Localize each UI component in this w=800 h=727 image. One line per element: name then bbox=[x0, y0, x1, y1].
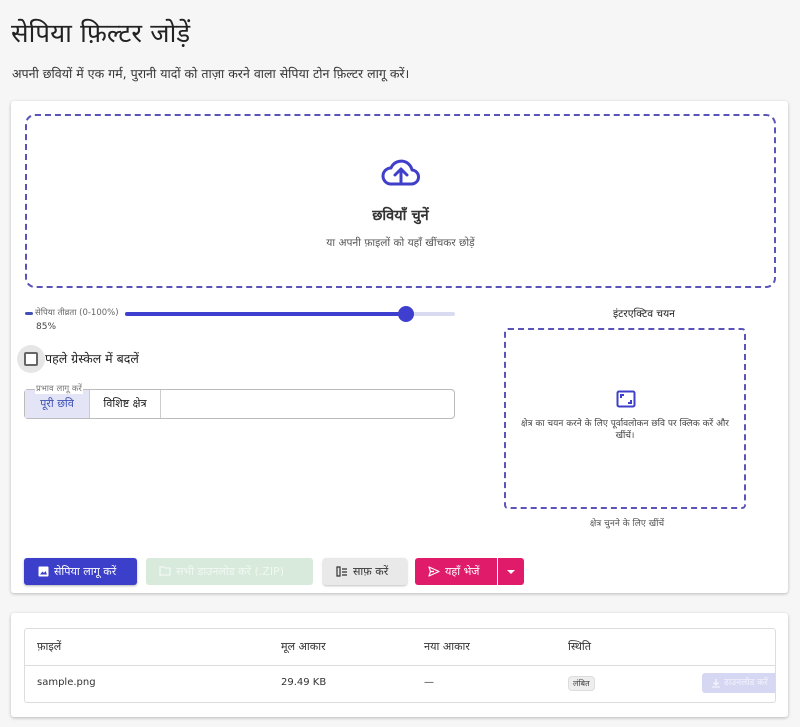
interactive-selection-caption: क्षेत्र चुनने के लिए खींचें bbox=[589, 519, 665, 529]
download-all-label: सभी डाउनलोड करें (.ZIP) bbox=[176, 565, 285, 578]
image-dropzone[interactable]: छवियाँ चुनें या अपनी फ़ाइलों को यहाँ खीं… bbox=[25, 114, 776, 288]
main-card: छवियाँ चुनें या अपनी फ़ाइलों को यहाँ खीं… bbox=[11, 101, 788, 593]
interactive-selection-title: इंटरएक्टिव चयन bbox=[612, 308, 676, 320]
clear-list-icon bbox=[336, 566, 347, 577]
grayscale-checkbox-ripple[interactable] bbox=[17, 345, 45, 373]
intensity-slider-thumb[interactable] bbox=[397, 306, 414, 322]
files-table: फ़ाइलें मूल आकार नया आकार स्थिति sample.… bbox=[24, 628, 776, 703]
download-icon bbox=[712, 679, 720, 688]
file-new-size: — bbox=[424, 677, 434, 688]
clear-label: साफ़ करें bbox=[353, 565, 389, 578]
apply-specific-area-button[interactable]: विशिष्ट क्षेत्र bbox=[90, 390, 161, 418]
apply-sepia-label: सेपिया लागू करें bbox=[54, 565, 117, 578]
column-header-files: फ़ाइलें bbox=[37, 640, 62, 653]
page-description: अपनी छवियों में एक गर्म, पुरानी यादों को… bbox=[12, 66, 410, 81]
grayscale-checkbox[interactable] bbox=[24, 352, 38, 366]
image-icon bbox=[38, 566, 49, 577]
dropzone-subtitle: या अपनी फ़ाइलों को यहाँ खींचकर छोड़ें bbox=[326, 237, 475, 249]
apply-full-image-button[interactable]: पूरी छवि bbox=[25, 390, 90, 418]
send-here-label: यहाँ भेजें bbox=[445, 565, 480, 578]
apply-effect-group: पूरी छवि विशिष्ट क्षेत्र bbox=[24, 389, 455, 419]
interactive-selection-hint: क्षेत्र का चयन करने के लिए पूर्वावलोकन छ… bbox=[521, 419, 729, 441]
page-title: सेपिया फ़िल्टर जोड़ें bbox=[11, 19, 191, 49]
intensity-slider-fill bbox=[125, 312, 406, 316]
status-badge: लंबित bbox=[568, 676, 595, 691]
download-all-button[interactable]: सभी डाउनलोड करें (.ZIP) bbox=[146, 558, 313, 585]
column-header-original-size: मूल आकार bbox=[281, 640, 326, 653]
column-header-status: स्थिति bbox=[568, 640, 592, 653]
clear-button[interactable]: साफ़ करें bbox=[323, 558, 407, 585]
table-divider bbox=[25, 665, 775, 666]
intensity-label: सेपिया तीव्रता (0-100%) bbox=[35, 308, 119, 318]
row-download-label: डाउनलोड करें bbox=[724, 678, 768, 688]
row-download-button[interactable]: डाउनलोड करें bbox=[702, 673, 775, 693]
interactive-selection-area[interactable]: क्षेत्र का चयन करने के लिए पूर्वावलोकन छ… bbox=[504, 328, 746, 509]
apply-sepia-button[interactable]: सेपिया लागू करें bbox=[24, 558, 137, 585]
send-options-dropdown[interactable] bbox=[498, 558, 524, 585]
intensity-slider[interactable] bbox=[125, 306, 455, 322]
apply-effect-legend: प्रभाव लागू करें bbox=[35, 383, 83, 394]
files-card: फ़ाइलें मूल आकार नया आकार स्थिति sample.… bbox=[11, 613, 788, 717]
send-icon bbox=[428, 566, 440, 577]
file-name: sample.png bbox=[37, 677, 96, 688]
slider-label-marker bbox=[25, 312, 33, 315]
intensity-value: 85% bbox=[36, 322, 57, 332]
file-original-size: 29.49 KB bbox=[281, 677, 327, 688]
select-area-icon bbox=[616, 390, 636, 408]
grayscale-label[interactable]: पहले ग्रेस्केल में बदलें bbox=[45, 350, 139, 367]
cloud-upload-icon bbox=[381, 159, 420, 186]
send-here-button[interactable]: यहाँ भेजें bbox=[415, 558, 497, 585]
dropzone-title: छवियाँ चुनें bbox=[372, 208, 429, 224]
column-header-new-size: नया आकार bbox=[424, 640, 470, 653]
folder-icon bbox=[159, 566, 171, 576]
caret-down-icon bbox=[507, 570, 515, 574]
